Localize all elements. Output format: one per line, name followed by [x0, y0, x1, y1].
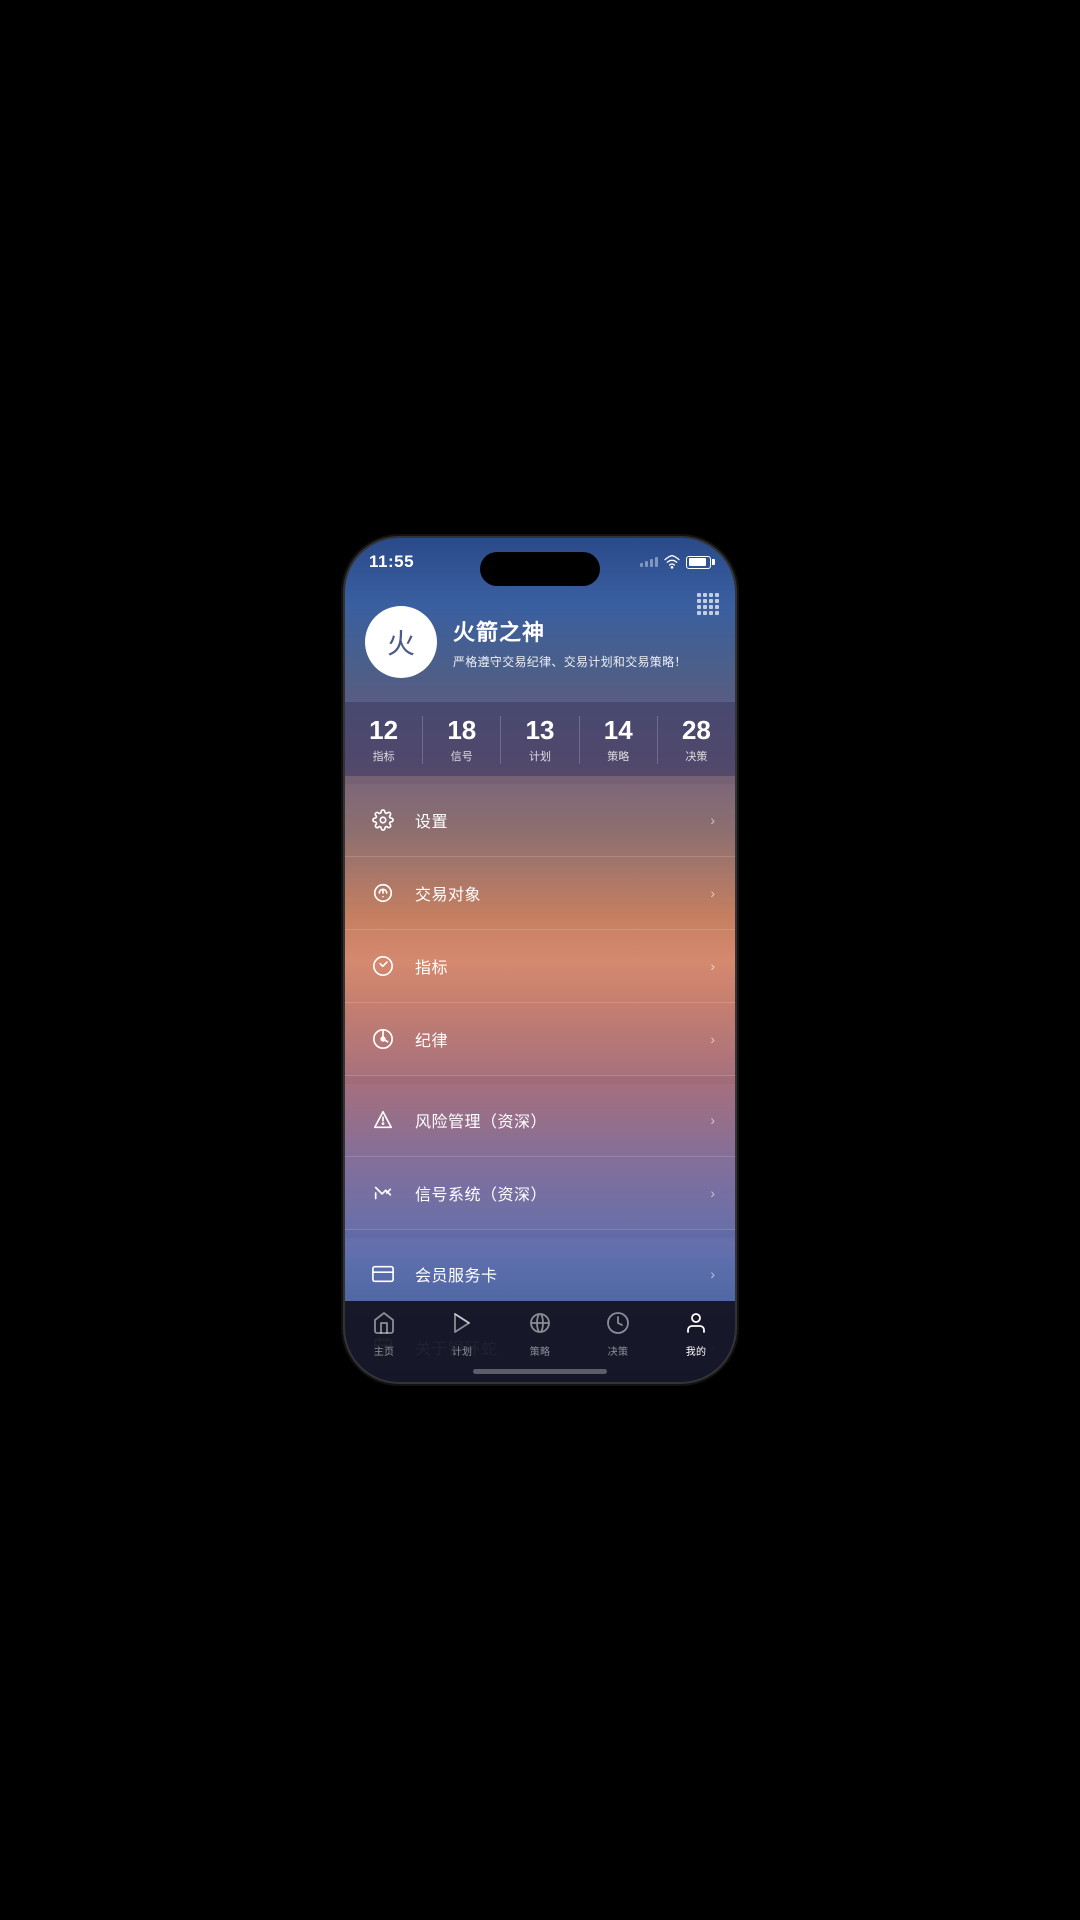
tab-decision[interactable]: 决策 [579, 1311, 657, 1358]
phone-frame: 11:55 火 火箭之神 严 [345, 538, 735, 1382]
profile-motto: 严格遵守交易纪律、交易计划和交易策略！ [453, 653, 687, 670]
chevron-right-icon: › [710, 1185, 715, 1201]
menu-label: 会员服务卡 [415, 1262, 710, 1286]
stat-item: 18 信号 [423, 716, 501, 764]
chevron-right-icon: › [710, 812, 715, 828]
menu-item-trade-object[interactable]: 交易对象 › [345, 857, 735, 930]
chevron-right-icon: › [710, 1266, 715, 1282]
menu-group-1: 风险管理（资深） › 信号系统（资深） › [345, 1084, 735, 1230]
risk-icon [365, 1102, 401, 1138]
stat-label: 指标 [345, 748, 422, 764]
indicator-icon [365, 948, 401, 984]
menu-list: 设置 › 交易对象 › 指标 › 纪律 › 风险管理（资深） › [345, 784, 735, 1382]
stat-item: 13 计划 [501, 716, 579, 764]
tab-strategy[interactable]: 策略 [501, 1311, 579, 1358]
wifi-icon [664, 554, 680, 570]
status-icons [640, 554, 711, 570]
menu-group-0: 设置 › 交易对象 › 指标 › 纪律 › [345, 784, 735, 1076]
status-time: 11:55 [369, 552, 414, 572]
tab-label: 决策 [608, 1343, 629, 1358]
home-tab-icon [372, 1311, 396, 1339]
profile-section: 火 火箭之神 严格遵守交易纪律、交易计划和交易策略！ [345, 590, 735, 698]
profile-info: 火箭之神 严格遵守交易纪律、交易计划和交易策略！ [453, 615, 687, 670]
menu-label: 指标 [415, 954, 710, 978]
stat-label: 策略 [580, 748, 657, 764]
home-indicator [473, 1369, 607, 1374]
tab-profile[interactable]: 我的 [657, 1311, 735, 1358]
menu-item-settings[interactable]: 设置 › [345, 784, 735, 857]
tab-home[interactable]: 主页 [345, 1311, 423, 1358]
strategy-tab-icon [528, 1311, 552, 1339]
stat-number: 12 [345, 716, 422, 745]
menu-item-risk[interactable]: 风险管理（资深） › [345, 1084, 735, 1157]
discipline-icon [365, 1021, 401, 1057]
signal-icon [640, 557, 658, 567]
chevron-right-icon: › [710, 885, 715, 901]
stat-number: 14 [580, 716, 657, 745]
dynamic-island [480, 552, 600, 586]
tab-plan[interactable]: 计划 [423, 1311, 501, 1358]
menu-item-discipline[interactable]: 纪律 › [345, 1003, 735, 1076]
stats-bar: 12 指标 18 信号 13 计划 14 策略 28 决策 [345, 702, 735, 776]
menu-label: 设置 [415, 808, 710, 832]
stat-item: 14 策略 [580, 716, 658, 764]
battery-icon [686, 556, 711, 569]
stat-label: 决策 [658, 748, 735, 764]
menu-item-membership[interactable]: 会员服务卡 › [345, 1238, 735, 1311]
stat-label: 计划 [501, 748, 578, 764]
stat-item: 12 指标 [345, 716, 423, 764]
settings-icon [365, 802, 401, 838]
stat-number: 28 [658, 716, 735, 745]
trade-object-icon [365, 875, 401, 911]
tab-label: 计划 [452, 1343, 473, 1358]
menu-label: 风险管理（资深） [415, 1108, 710, 1132]
menu-label: 交易对象 [415, 881, 710, 905]
profile-name: 火箭之神 [453, 615, 687, 647]
decision-tab-icon [606, 1311, 630, 1339]
chevron-right-icon: › [710, 958, 715, 974]
tab-label: 策略 [530, 1343, 551, 1358]
stat-label: 信号 [423, 748, 500, 764]
menu-label: 纪律 [415, 1027, 710, 1051]
tab-label: 我的 [686, 1343, 707, 1358]
chevron-right-icon: › [710, 1112, 715, 1128]
stat-item: 28 决策 [658, 716, 735, 764]
stat-number: 18 [423, 716, 500, 745]
avatar: 火 [365, 606, 437, 678]
tab-label: 主页 [374, 1343, 395, 1358]
signal-icon [365, 1175, 401, 1211]
menu-label: 信号系统（资深） [415, 1181, 710, 1205]
menu-item-indicator[interactable]: 指标 › [345, 930, 735, 1003]
profile-tab-icon [684, 1311, 708, 1339]
stat-number: 13 [501, 716, 578, 745]
chevron-right-icon: › [710, 1031, 715, 1047]
membership-icon [365, 1256, 401, 1292]
plan-tab-icon [450, 1311, 474, 1339]
menu-item-signal[interactable]: 信号系统（资深） › [345, 1157, 735, 1230]
